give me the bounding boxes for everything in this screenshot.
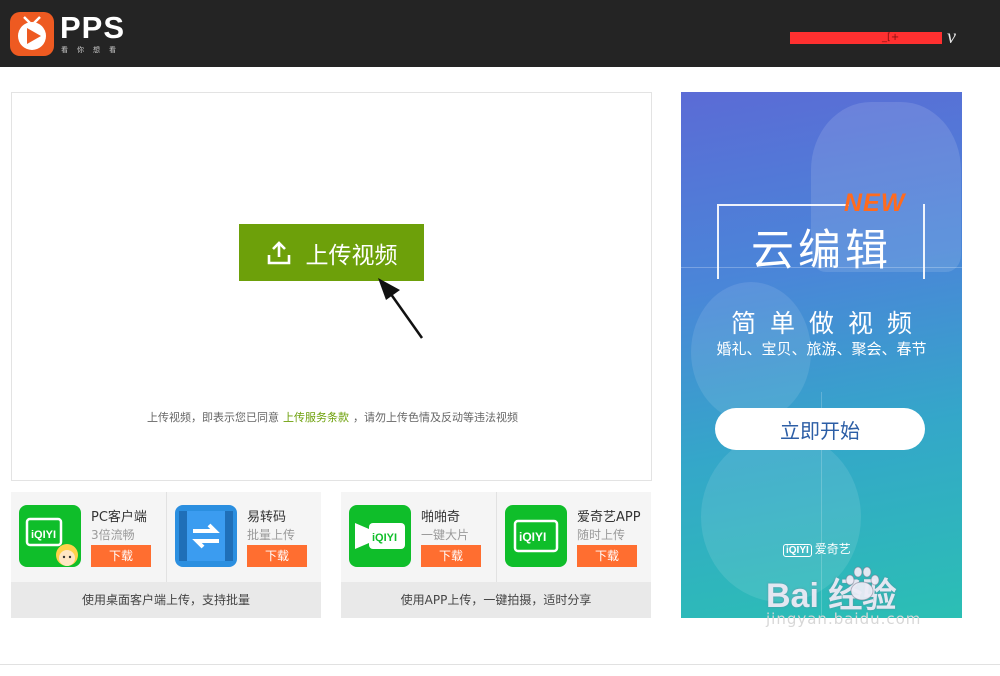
terms-link[interactable]: 上传服务条款: [283, 411, 349, 424]
upload-terms: 上传视频，即表示您已同意 上传服务条款 ，请勿上传色情及反动等违法视频: [12, 409, 653, 425]
top-header: PPS 看你想看 _[+ v: [0, 0, 1000, 67]
terms-prefix: 上传视频，即表示您已同意: [147, 411, 279, 424]
desktop-clients-group: iQIYI PC客户端 3倍流畅 下载 易转码 批量上传 下载 使用桌面客户端上…: [11, 492, 321, 618]
app-desc: 随时上传: [577, 528, 626, 542]
user-menu-toggle[interactable]: v: [947, 26, 956, 49]
papaqi-item: iQIYI 啪啪奇 一键大片 下载: [341, 492, 496, 582]
username-fragment: _[+: [882, 32, 900, 43]
ad-new-badge: NEW: [844, 189, 906, 217]
desktop-clients-footer: 使用桌面客户端上传，支持批量: [11, 582, 321, 618]
download-pc-client-button[interactable]: 下载: [91, 545, 151, 567]
convert-arrows-icon[interactable]: [175, 505, 237, 567]
converter-item: 易转码 批量上传 下载: [166, 492, 321, 582]
baidu-watermark: Bai 经验 jingyan.baidu.com: [766, 566, 920, 628]
terms-suffix: ，请勿上传色情及反动等违法视频: [353, 411, 518, 424]
iqiyi-app-icon-text: iQIYI: [519, 530, 546, 544]
page-bottom-divider: [0, 664, 1000, 665]
app-name: PC客户端: [91, 510, 147, 525]
brand-name[interactable]: PPS: [60, 10, 125, 46]
iqiyi-pc-icon[interactable]: iQIYI: [19, 505, 81, 567]
cloud-edit-ad-banner[interactable]: NEW 云编辑 简单做视频 婚礼、宝贝、旅游、聚会、春节 立即开始 iQIYI 爱…: [681, 92, 962, 618]
ad-iqiyi-logo: iQIYI 爱奇艺: [783, 540, 851, 557]
upload-icon: [266, 240, 292, 266]
download-papaqi-button[interactable]: 下载: [421, 545, 481, 567]
ad-title: 云编辑: [751, 226, 892, 276]
pointer-arrow-icon: [378, 278, 424, 339]
brand-slogan: 看你想看: [61, 46, 125, 54]
mobile-apps-group: iQIYI 啪啪奇 一键大片 下载 iQIYI 爱奇艺APP 随时上传 下载 使…: [341, 492, 651, 618]
app-desc: 批量上传: [247, 528, 296, 542]
upload-video-button[interactable]: 上传视频: [239, 224, 424, 281]
app-desc: 3倍流畅: [91, 528, 135, 542]
baidu-paw-icon: [845, 566, 880, 601]
iqiyi-app-item: iQIYI 爱奇艺APP 随时上传 下载: [496, 492, 651, 582]
start-now-button[interactable]: 立即开始: [715, 408, 925, 450]
username-redacted[interactable]: _[+: [790, 32, 942, 44]
download-converter-button[interactable]: 下载: [247, 545, 307, 567]
download-iqiyi-app-button[interactable]: 下载: [577, 545, 637, 567]
pps-logo-icon[interactable]: [10, 12, 54, 56]
ad-subtitle: 简单做视频: [730, 309, 926, 338]
papaqi-icon-text: iQIYI: [372, 532, 397, 544]
iqiyi-app-icon[interactable]: iQIYI: [505, 505, 567, 567]
ad-logo-text: 爱奇艺: [814, 542, 851, 556]
watermark-url: jingyan.baidu.com: [766, 610, 922, 628]
iqiyi-pc-icon-text: iQIYI: [31, 529, 56, 541]
app-name: 啪啪奇: [421, 510, 461, 525]
pc-client-item: iQIYI PC客户端 3倍流畅 下载: [11, 492, 166, 582]
app-desc: 一键大片: [421, 528, 470, 542]
app-name: 爱奇艺APP: [577, 510, 641, 525]
upload-video-label: 上传视频: [305, 242, 398, 269]
upload-panel: 上传视频 上传视频，即表示您已同意 上传服务条款 ，请勿上传色情及反动等违法视频: [11, 92, 652, 481]
app-name: 易转码: [247, 510, 287, 525]
iqiyi-logo-icon: iQIYI: [783, 544, 812, 557]
papaqi-icon[interactable]: iQIYI: [349, 505, 411, 567]
mobile-apps-footer: 使用APP上传，一键拍摄，适时分享: [341, 582, 651, 618]
ad-tags: 婚礼、宝贝、旅游、聚会、春节: [716, 340, 927, 358]
